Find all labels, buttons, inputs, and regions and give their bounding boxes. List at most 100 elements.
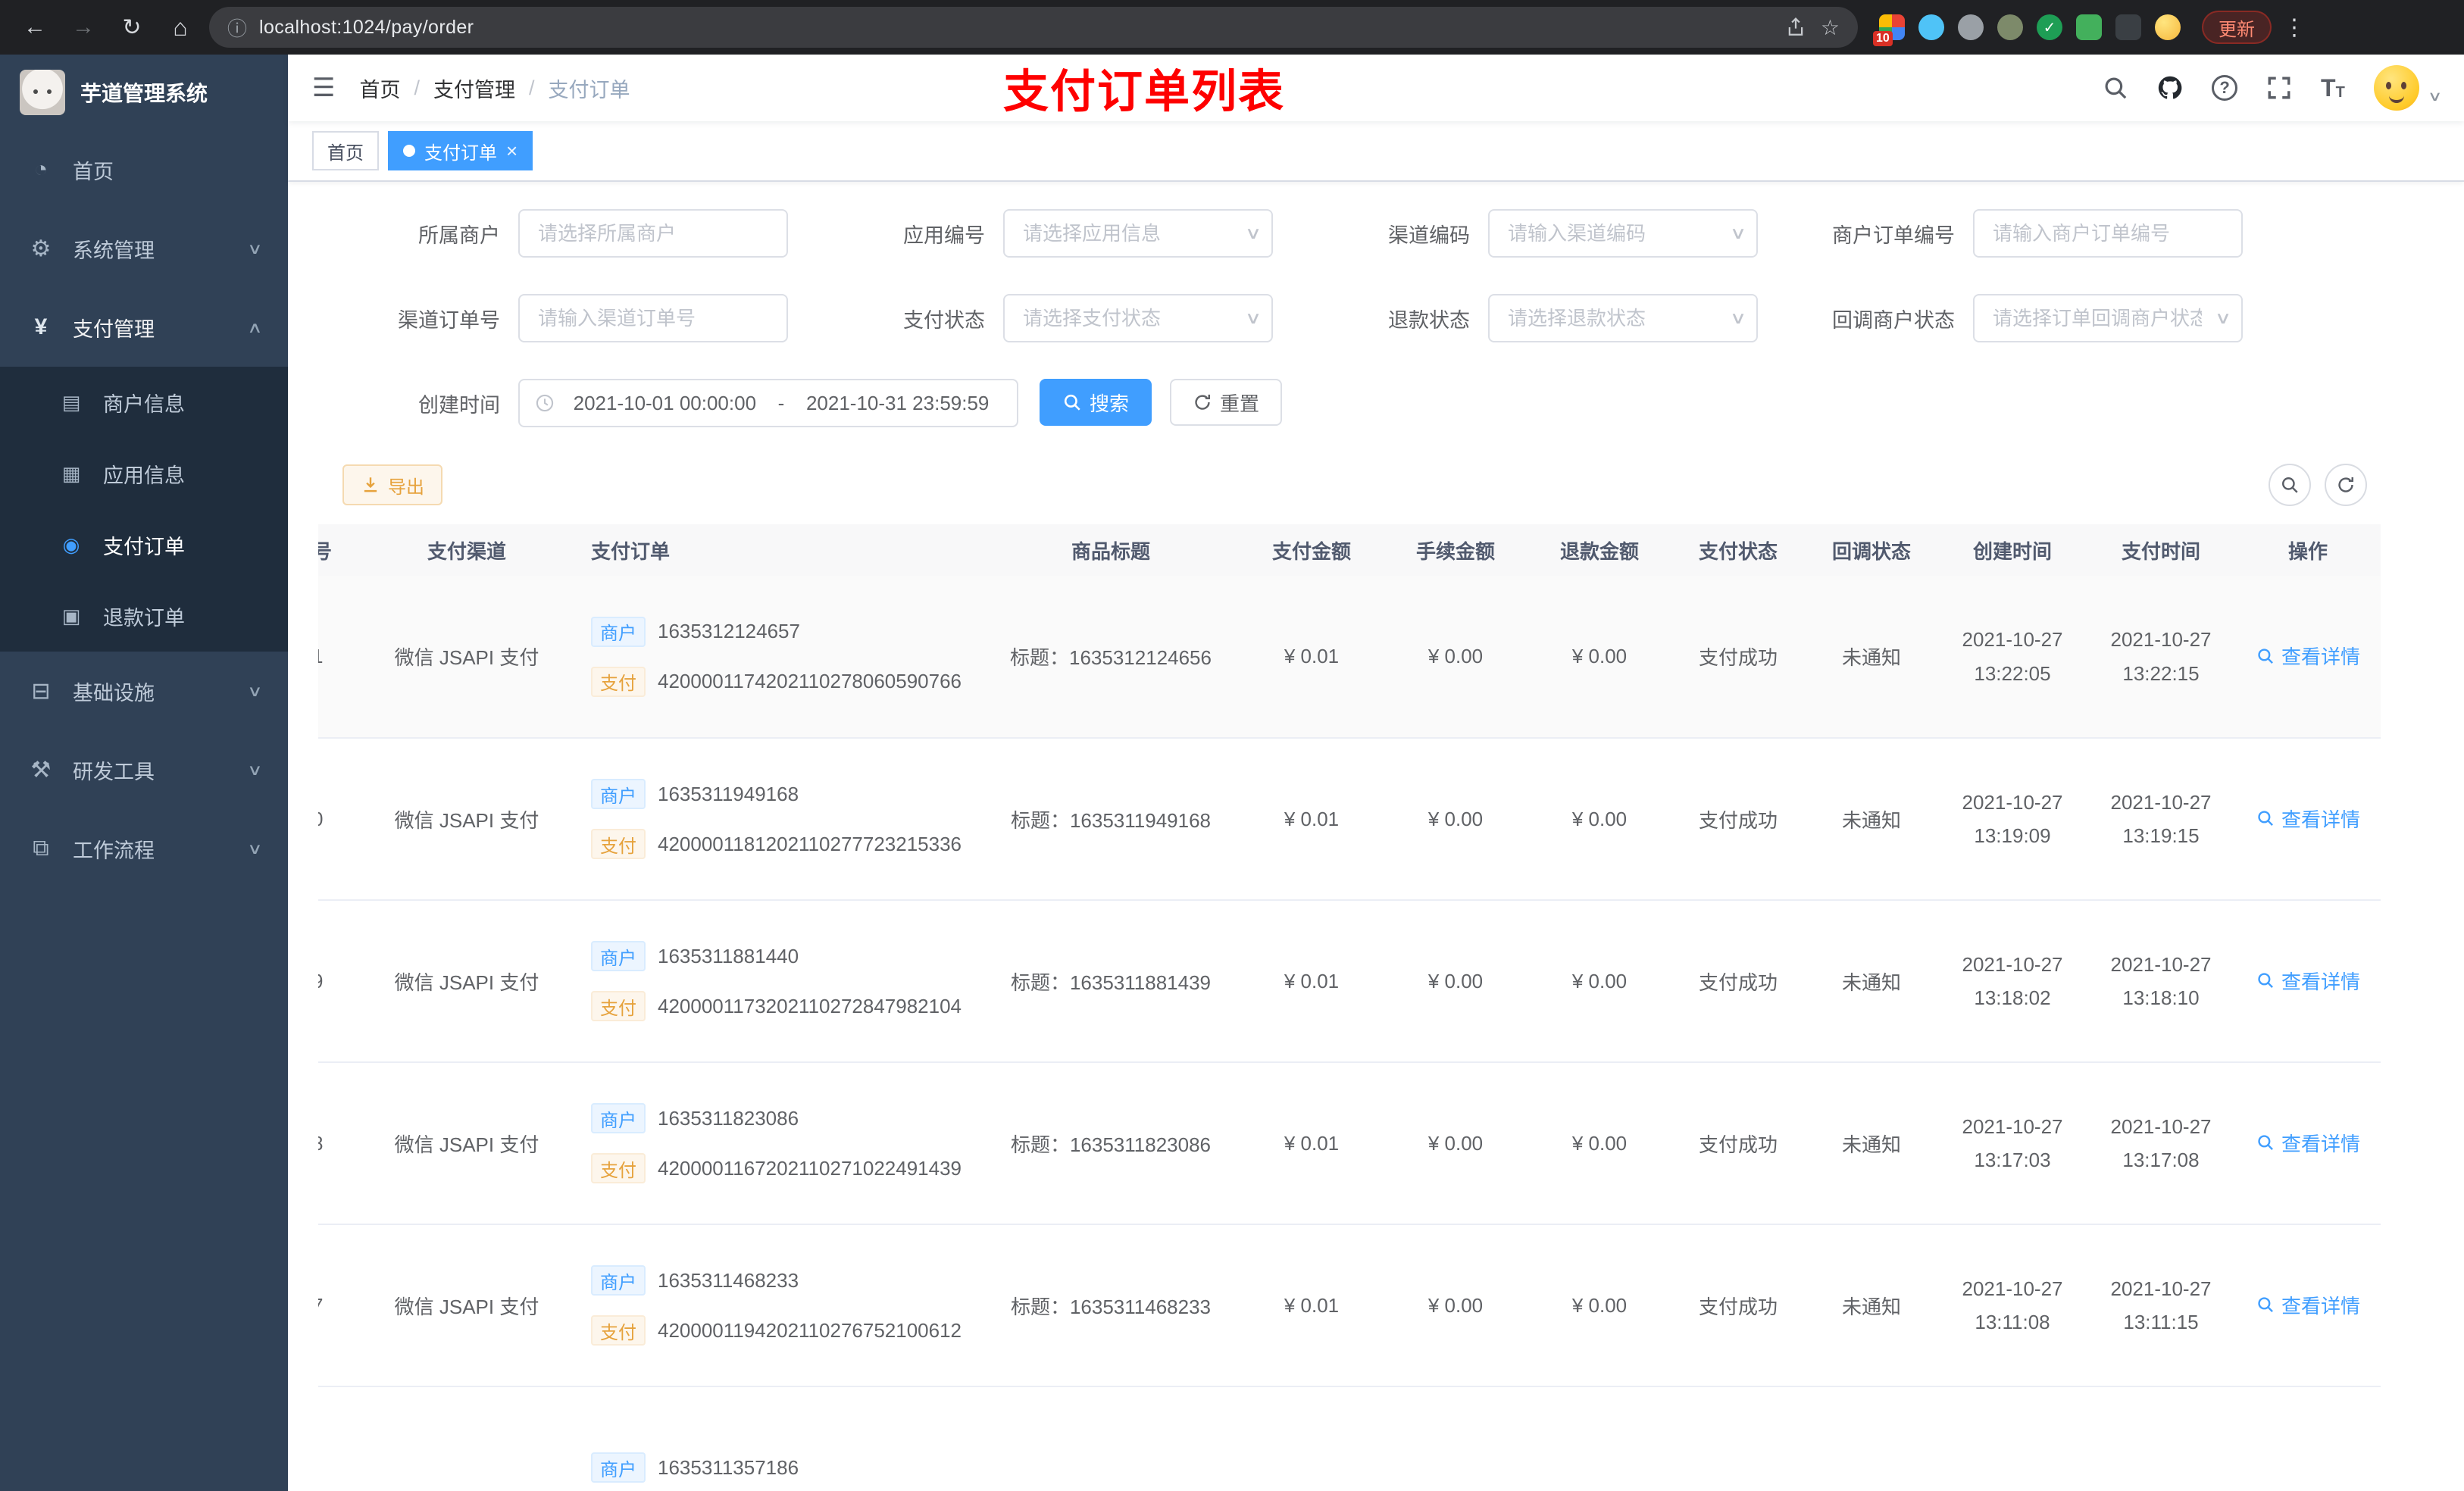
- help-icon[interactable]: [2212, 75, 2238, 101]
- reload-icon[interactable]: [112, 8, 152, 47]
- extension-dark-icon[interactable]: [2115, 14, 2141, 40]
- search-icon: [2282, 477, 2298, 493]
- col-pay-time: 支付时间: [2087, 524, 2235, 576]
- cell-fee-amount: ¥ 0.00: [1384, 1224, 1527, 1387]
- search-button[interactable]: 搜索: [1040, 379, 1152, 426]
- table-row[interactable]: 20 微信 JSAPI 支付 商户1635311949168 支付4200001…: [318, 738, 2381, 901]
- extension-check-icon[interactable]: [2037, 14, 2062, 40]
- github-icon[interactable]: [2157, 75, 2183, 101]
- sidebar-item-merchant-info[interactable]: 商户信息: [0, 367, 288, 438]
- merchant-order-no-input[interactable]: [1973, 209, 2243, 258]
- app-id-select[interactable]: [1003, 209, 1273, 258]
- cell-channel: [361, 1386, 573, 1491]
- merchant-badge: 商户: [591, 1103, 646, 1133]
- fullscreen-icon[interactable]: [2266, 75, 2292, 101]
- avatar-caret-down-icon[interactable]: [2428, 89, 2443, 105]
- sidebar-item-system[interactable]: 系统管理: [0, 209, 288, 288]
- view-detail-link[interactable]: 查看详情: [2256, 967, 2360, 995]
- address-bar[interactable]: localhost:1024/pay/order: [209, 7, 1858, 48]
- extension-grid-icon[interactable]: 10: [1873, 14, 1905, 46]
- table-row[interactable]: 19 微信 JSAPI 支付 商户1635311881440 支付4200001…: [318, 900, 2381, 1063]
- table-row[interactable]: 18 微信 JSAPI 支付 商户1635311823086 支付4200001…: [318, 1062, 2381, 1225]
- back-icon[interactable]: [15, 8, 55, 47]
- cell-pay-time: 2021-10-27 13:22:15: [2087, 576, 2235, 739]
- view-detail-link[interactable]: 查看详情: [2256, 805, 2360, 833]
- cell-pay-status: 支付成功: [1671, 900, 1805, 1063]
- breadcrumb-home[interactable]: 首页: [359, 73, 400, 103]
- refresh-table-button[interactable]: [2325, 464, 2367, 506]
- dashboard-icon: [27, 157, 55, 183]
- cell-create-time: 2021-10-27 13:11:08: [1938, 1224, 2087, 1387]
- view-detail-link[interactable]: 查看详情: [2256, 642, 2360, 670]
- extension-olive-icon[interactable]: [1997, 14, 2023, 40]
- sidebar-item-pay-order[interactable]: 支付订单: [0, 509, 288, 580]
- refresh-icon: [1195, 394, 1211, 410]
- chevron-down-icon: [247, 761, 262, 780]
- view-detail-link[interactable]: 查看详情: [2256, 1129, 2360, 1157]
- cell-refund-amount: ¥ 0.00: [1527, 738, 1671, 901]
- main-content: 所属商户 应用编号 渠道编码 商户订单编号 渠道订单号 支: [288, 182, 2464, 1491]
- extension-drop-icon[interactable]: [1918, 14, 1944, 40]
- date-separator: -: [777, 391, 785, 414]
- cell-create-time: 2021-10-27 13:19:09: [1938, 738, 2087, 901]
- sidebar-item-payment[interactable]: 支付管理: [0, 288, 288, 367]
- sidebar-item-devtools[interactable]: 研发工具: [0, 730, 288, 809]
- extension-chat-icon[interactable]: [2076, 14, 2102, 40]
- pay-status-select[interactable]: [1003, 294, 1273, 342]
- bookmark-star-icon[interactable]: [1821, 15, 1840, 40]
- toggle-search-button[interactable]: [2269, 464, 2311, 506]
- cell-pay-status: 支付成功: [1671, 1224, 1805, 1387]
- table-row[interactable]: 21 微信 JSAPI 支付 商户1635312124657 支付4200001…: [318, 576, 2381, 739]
- extension-gray-icon[interactable]: [1958, 14, 1984, 40]
- notify-status-select[interactable]: [1973, 294, 2243, 342]
- search-icon[interactable]: [2103, 75, 2128, 101]
- table-body: 21 微信 JSAPI 支付 商户1635312124657 支付4200001…: [318, 576, 2381, 1491]
- cell-notify-status: 未通知: [1805, 576, 1938, 739]
- tab-pay-order[interactable]: 支付订单: [388, 131, 533, 170]
- sidebar-item-home[interactable]: 首页: [0, 130, 288, 209]
- forward-icon[interactable]: [64, 8, 103, 47]
- sidebar-item-refund-order[interactable]: 退款订单: [0, 580, 288, 652]
- channel-order-no-input[interactable]: [518, 294, 788, 342]
- export-button[interactable]: 导出: [342, 464, 442, 505]
- merchant-input[interactable]: [518, 209, 788, 258]
- sidebar-item-infra[interactable]: 基础设施: [0, 652, 288, 730]
- menu-fold-icon[interactable]: [312, 73, 335, 103]
- cell-pay-amount: ¥ 0.01: [1240, 1062, 1384, 1225]
- cell-refund-amount: ¥ 0.00: [1527, 900, 1671, 1063]
- sidebar-item-workflow[interactable]: 工作流程: [0, 809, 288, 888]
- reset-button[interactable]: 重置: [1170, 379, 1283, 426]
- breadcrumb-payment[interactable]: 支付管理: [433, 73, 515, 103]
- channel-code-select[interactable]: [1488, 209, 1758, 258]
- tab-home[interactable]: 首页: [312, 131, 379, 170]
- font-size-icon[interactable]: [2321, 76, 2345, 100]
- sidebar-item-app-info[interactable]: 应用信息: [0, 438, 288, 509]
- cell-id: 19: [318, 900, 361, 1063]
- site-info-icon[interactable]: [227, 14, 247, 42]
- table-row[interactable]: 17 微信 JSAPI 支付 商户1635311468233 支付4200001…: [318, 1224, 2381, 1387]
- browser-update-button[interactable]: 更新: [2202, 11, 2272, 44]
- cell-title: 标题：1635311823086: [982, 1062, 1240, 1225]
- cell-create-time: 2021-10-27 13:18:02: [1938, 900, 2087, 1063]
- workflow-icon: [27, 836, 55, 861]
- browser-chrome: localhost:1024/pay/order 10 更新: [0, 0, 2464, 55]
- search-icon: [1064, 394, 1080, 411]
- share-icon[interactable]: [1786, 17, 1806, 37]
- home-icon[interactable]: [161, 8, 200, 47]
- app-logo: 芋道管理系统: [0, 55, 288, 130]
- view-detail-link[interactable]: 查看详情: [2256, 1291, 2360, 1319]
- cell-pay-time: 2021-10-27 13:19:15: [2087, 738, 2235, 901]
- date-range-picker[interactable]: 2021-10-01 00:00:00 - 2021-10-31 23:59:5…: [518, 379, 1018, 427]
- cell-title: [982, 1386, 1240, 1491]
- pay-badge: 支付: [591, 829, 646, 859]
- close-icon[interactable]: [506, 141, 518, 161]
- merchant-badge: 商户: [591, 1265, 646, 1296]
- active-tab-dot: [403, 145, 415, 157]
- refund-status-select[interactable]: [1488, 294, 1758, 342]
- profile-avatar-icon[interactable]: [2155, 14, 2181, 40]
- browser-menu-icon[interactable]: [2281, 14, 2308, 41]
- col-id: 编号: [318, 524, 361, 576]
- cell-create-time: [1938, 1386, 2087, 1491]
- user-avatar[interactable]: [2373, 65, 2419, 111]
- table-row[interactable]: 商户1635311357186 支付: [318, 1386, 2381, 1491]
